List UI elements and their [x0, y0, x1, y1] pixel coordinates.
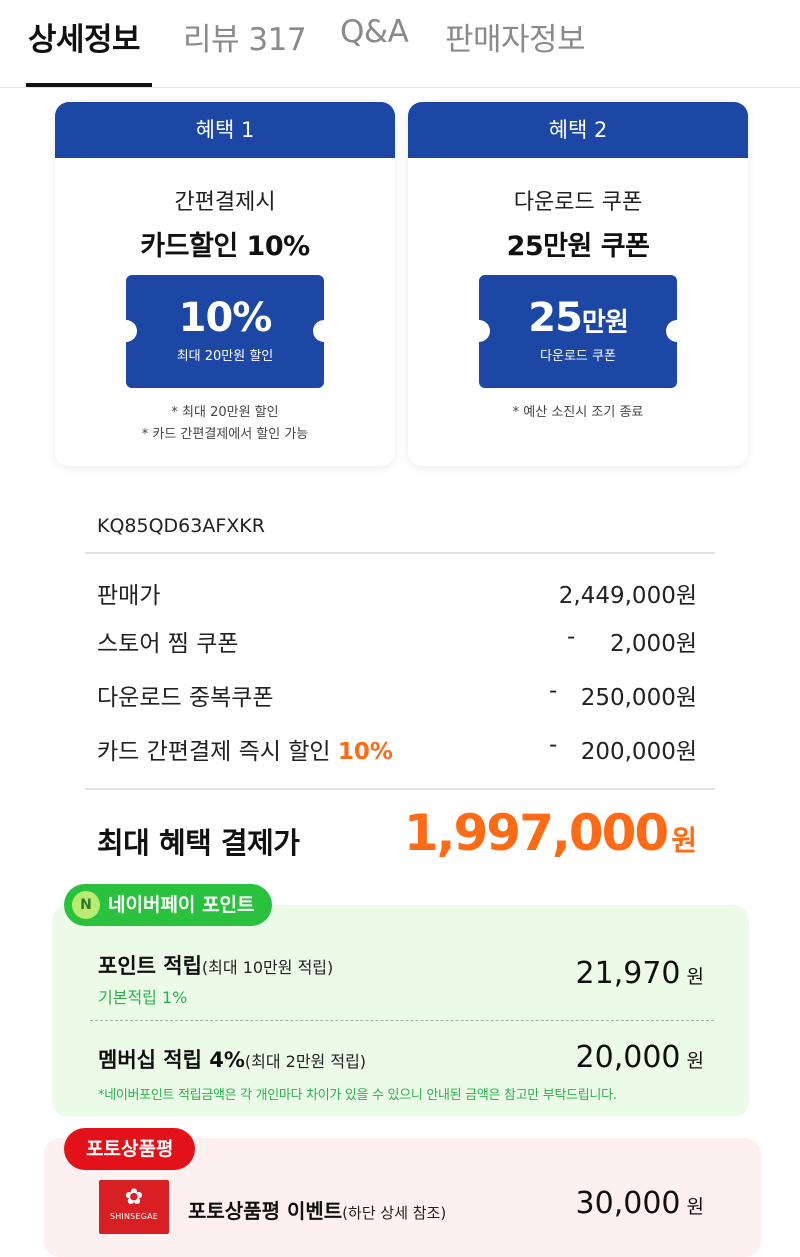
benefit-notes: * 최대 20만원 할인 * 카드 간편결제에서 할인 가능 [55, 402, 395, 446]
photo-review-badge: 포토상품평 [64, 1128, 196, 1170]
price-row-sale-price: 판매가 2,449,000원 [97, 576, 697, 616]
benefit-card-title: 카드할인 10% [140, 231, 310, 262]
divider [85, 552, 715, 554]
benefit-note: * 예산 소진시 조기 종료 [512, 405, 644, 420]
minus-sign: - [549, 732, 558, 758]
price-label: 판매가 [97, 583, 161, 609]
coupon-value: 25 [528, 295, 583, 341]
flower-icon: ✿ [124, 1185, 144, 1210]
final-price-value: 1,997,000 [403, 804, 670, 862]
minus-sign: - [567, 624, 576, 650]
benefit-card-title: 25만원 쿠폰 [506, 231, 650, 262]
benefit-note: * 카드 간편결제에서 할인 가능 [141, 427, 309, 442]
tab-seller-info[interactable]: 판매자정보 [445, 14, 586, 59]
benefit-notes: * 예산 소진시 조기 종료 [408, 402, 748, 424]
photo-review-event-title[interactable]: 포토상품평 이벤트(하단 상세 참조) [188, 1195, 446, 1224]
price-label: 다운로드 중복쿠폰 [97, 685, 274, 711]
point-accrual-sub: 기본적립 1% [98, 988, 188, 1007]
dashed-divider [90, 1020, 714, 1021]
tab-reviews[interactable]: 리뷰 317 [183, 14, 307, 59]
logo-wordmark: SHINSEGAE [109, 1212, 159, 1221]
price-row-download-coupon: 다운로드 중복쿠폰 - 250,000원 [97, 678, 697, 718]
benefit-card-subtitle: 간편결제시 [174, 190, 276, 215]
benefit-card-header: 혜택 2 [408, 102, 748, 158]
membership-accrual-value: 20,000 원 [575, 1040, 704, 1075]
discount-rate: 10% [337, 739, 393, 765]
minus-sign: - [549, 678, 558, 704]
naverpay-badge-label: 네이버페이 포인트 [108, 894, 255, 916]
coupon-caption: 다운로드 쿠폰 [540, 349, 616, 364]
price-value: 2,000원 [609, 631, 697, 657]
coupon-value: 10% [178, 295, 273, 341]
benefit-card-subtitle: 다운로드 쿠폰 [513, 190, 643, 215]
benefit-card-1: 혜택 1 간편결제시 카드할인 10% 10% 최대 20만원 할인 * 최대 … [55, 102, 395, 466]
price-value: 250,000원 [580, 685, 697, 711]
benefit-card-header: 혜택 1 [55, 102, 395, 158]
price-row-card-discount: 카드 간편결제 즉시 할인 10% - 200,000원 [97, 732, 697, 772]
coupon-caption: 최대 20만원 할인 [176, 349, 274, 364]
point-accrual-value: 21,970 원 [575, 956, 704, 991]
naverpay-disclaimer: *네이버포인트 적립금액은 각 개인마다 차이가 있을 수 있으니 안내된 금액… [98, 1088, 617, 1103]
final-price: 1,997,000 원 [404, 804, 697, 862]
naverpay-badge: N 네이버페이 포인트 [64, 884, 273, 926]
benefit-note: * 최대 20만원 할인 [171, 405, 279, 420]
tab-bar: 상세정보 리뷰 317 Q&A 판매자정보 [0, 0, 800, 88]
price-row-store-coupon: 스토어 찜 쿠폰 - 2,000원 [97, 624, 697, 664]
benefit-card-2: 혜택 2 다운로드 쿠폰 25만원 쿠폰 25만원 다운로드 쿠폰 * 예산 소… [408, 102, 748, 466]
divider [85, 788, 715, 790]
card-discount-coupon[interactable]: 10% 최대 20만원 할인 [115, 275, 335, 388]
price-value: 200,000원 [580, 739, 697, 765]
tab-qna[interactable]: Q&A [340, 14, 409, 50]
price-value: 2,449,000원 [558, 583, 697, 609]
photo-review-event-value: 30,000 원 [575, 1186, 704, 1221]
download-coupon[interactable]: 25만원 다운로드 쿠폰 [468, 275, 688, 388]
tab-details[interactable]: 상세정보 [28, 14, 141, 59]
final-price-label: 최대 혜택 결제가 [97, 826, 300, 860]
membership-accrual-title: 멤버십 적립 4%(최대 2만원 적립) [98, 1048, 367, 1072]
point-accrual-title: 포인트 적립(최대 10만원 적립) [98, 954, 334, 978]
price-label: 스토어 찜 쿠폰 [97, 631, 239, 657]
final-price-unit: 원 [671, 824, 697, 857]
model-code: KQ85QD63AFXKR [97, 515, 265, 537]
price-label: 카드 간편결제 즉시 할인 [97, 739, 338, 765]
shinsegae-logo: ✿ SHINSEGAE [99, 1180, 169, 1234]
coupon-unit: 만원 [581, 308, 629, 338]
active-tab-indicator [26, 83, 152, 87]
naverpay-icon: N [72, 891, 100, 919]
